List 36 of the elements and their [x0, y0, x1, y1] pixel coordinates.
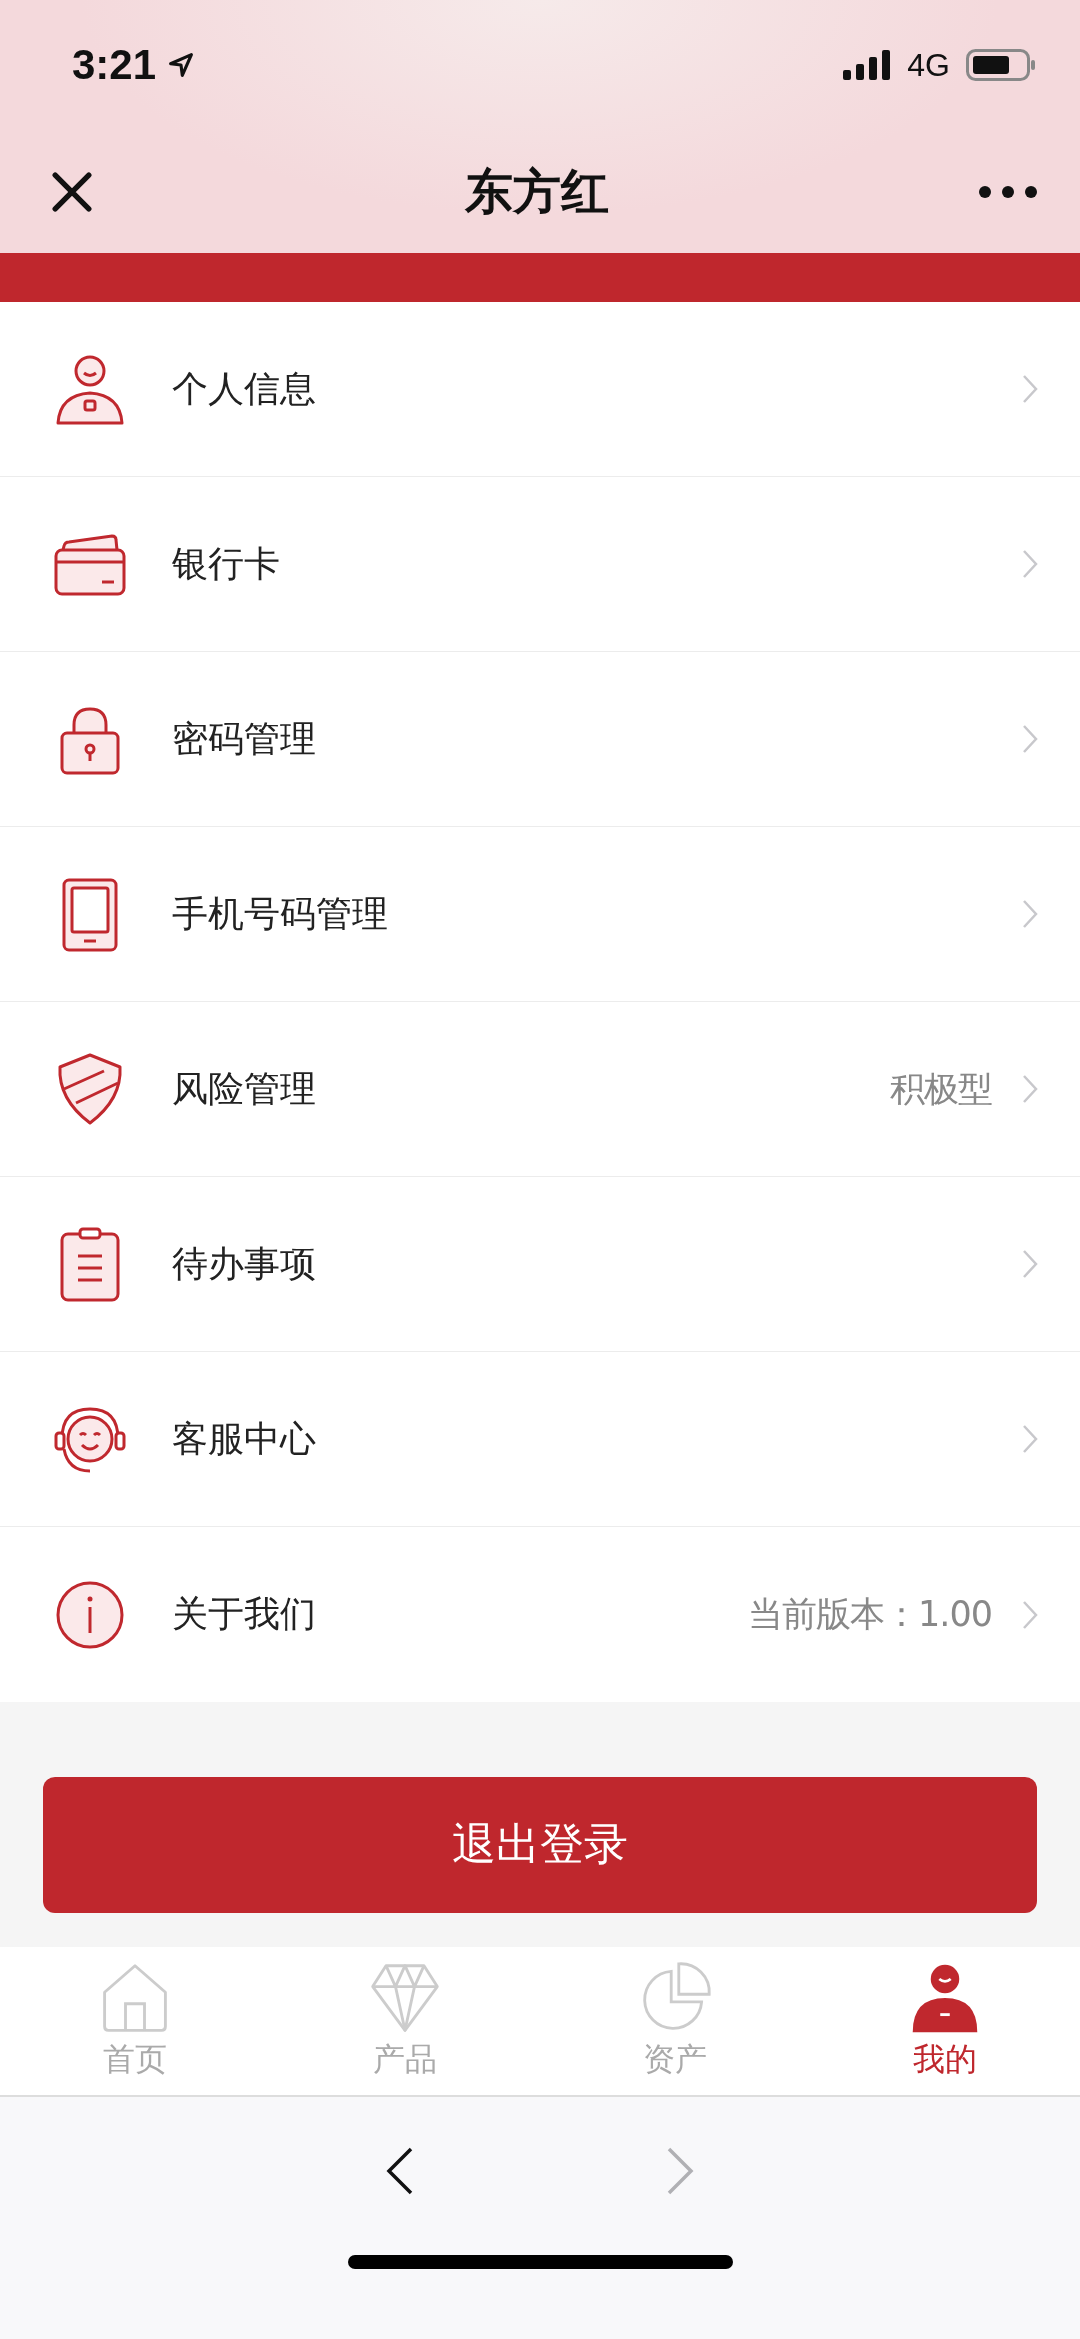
- menu-label: 客服中心: [172, 1416, 317, 1461]
- logout-button[interactable]: 退出登录: [43, 1776, 1037, 1913]
- menu-label: 个人信息: [172, 366, 317, 411]
- menu-item[interactable]: 手机号码管理: [0, 827, 1080, 1002]
- menu-value: 积极型: [890, 1067, 992, 1111]
- page-title: 东方红: [465, 161, 609, 221]
- menu-label: 银行卡: [172, 541, 281, 586]
- menu-item[interactable]: 密码管理: [0, 652, 1080, 827]
- menu-item[interactable]: 银行卡: [0, 477, 1080, 652]
- menu-item[interactable]: 风险管理 积极型: [0, 1002, 1080, 1177]
- network-label: 4G: [907, 46, 950, 84]
- signal-icon: [843, 50, 892, 80]
- status-time: 3:21: [72, 41, 157, 89]
- menu-label: 待办事项: [172, 1241, 317, 1286]
- chevron-right-icon: [1022, 899, 1038, 929]
- location-arrow-icon: [168, 52, 195, 78]
- menu-label: 密码管理: [172, 716, 317, 761]
- chevron-right-icon: [1022, 549, 1038, 579]
- back-icon[interactable]: [385, 2146, 415, 2196]
- menu-item[interactable]: 待办事项: [0, 1177, 1080, 1352]
- chevron-right-icon: [1022, 1424, 1038, 1454]
- chevron-right-icon: [1022, 1599, 1038, 1630]
- battery-icon: [966, 49, 1036, 81]
- menu-item[interactable]: 客服中心: [0, 1352, 1080, 1527]
- menu-label: 风险管理: [172, 1066, 317, 1111]
- menu-item[interactable]: 关于我们 当前版本：1.00: [0, 1527, 1080, 1702]
- more-icon[interactable]: [978, 184, 1038, 199]
- chevron-right-icon: [1022, 724, 1038, 754]
- chevron-right-icon: [1022, 374, 1038, 404]
- menu-label: 关于我们: [172, 1592, 317, 1636]
- menu-item[interactable]: 个人信息: [0, 302, 1080, 477]
- menu-label: 手机号码管理: [172, 891, 389, 936]
- chevron-right-icon: [1022, 1074, 1038, 1104]
- tab[interactable]: 我的: [810, 1947, 1080, 2095]
- menu-value: 当前版本：1.00: [748, 1593, 992, 1636]
- chevron-right-icon: [1022, 1249, 1038, 1279]
